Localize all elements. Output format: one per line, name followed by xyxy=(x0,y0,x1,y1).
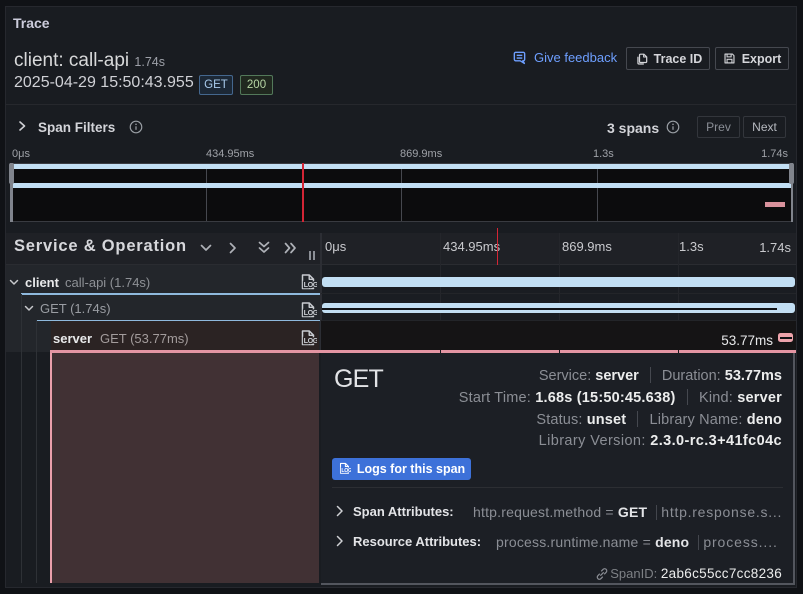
svg-text:LOG: LOG xyxy=(304,280,317,289)
svg-text:LOG: LOG xyxy=(304,308,317,317)
svg-text:LOG: LOG xyxy=(341,468,351,474)
svg-text:LOG: LOG xyxy=(304,336,317,345)
